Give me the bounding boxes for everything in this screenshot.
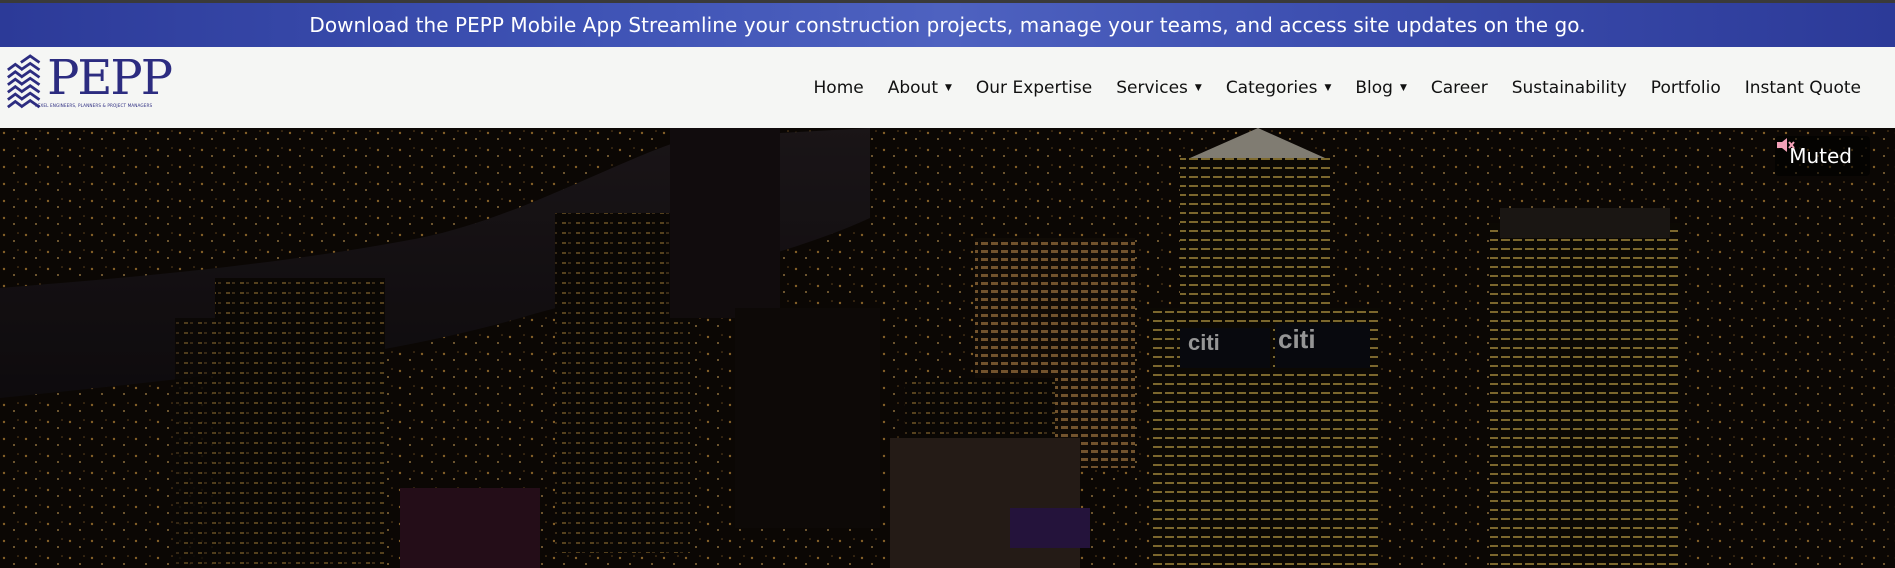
mute-toggle-button[interactable]: Muted	[1775, 136, 1870, 176]
nav-about-label: About	[887, 77, 938, 98]
nav-categories-label: Categories	[1225, 77, 1318, 98]
nav-home[interactable]: Home	[802, 78, 876, 98]
nav-career[interactable]: Career	[1419, 78, 1500, 98]
nav-instant-quote-label: Instant Quote	[1744, 77, 1861, 98]
caret-down-icon: ▼	[1194, 82, 1202, 93]
promo-text: Download the PEPP Mobile App Streamline …	[309, 13, 1586, 37]
nav-portfolio-label: Portfolio	[1650, 77, 1721, 98]
caret-down-icon: ▼	[944, 82, 952, 93]
site-logo[interactable]: PEPP PEXEL ENGINEERS, PLANNERS & PROJECT…	[6, 50, 173, 121]
mute-label: Muted	[1789, 144, 1852, 168]
city-night-skyline: citi citi	[0, 128, 1895, 568]
logo-wordmark: PEPP	[47, 50, 173, 106]
nav-services-label: Services	[1116, 77, 1188, 98]
nav-about[interactable]: About ▼	[876, 78, 964, 98]
nav-portfolio[interactable]: Portfolio	[1639, 78, 1733, 98]
promo-banner[interactable]: Download the PEPP Mobile App Streamline …	[0, 0, 1895, 47]
site-header: PEPP PEXEL ENGINEERS, PLANNERS & PROJECT…	[0, 47, 1895, 128]
nav-our-expertise[interactable]: Our Expertise	[964, 78, 1104, 98]
nav-sustainability[interactable]: Sustainability	[1500, 78, 1639, 98]
speaker-muted-icon	[1777, 138, 1795, 152]
nav-our-expertise-label: Our Expertise	[975, 77, 1093, 98]
nav-blog[interactable]: Blog ▼	[1343, 78, 1419, 98]
nav-home-label: Home	[813, 77, 864, 98]
logo-tagline: PEXEL ENGINEERS, PLANNERS & PROJECT MANA…	[35, 103, 153, 108]
caret-down-icon: ▼	[1399, 82, 1407, 93]
caret-down-icon: ▼	[1324, 82, 1332, 93]
nav-blog-label: Blog	[1355, 77, 1393, 98]
nav-instant-quote[interactable]: Instant Quote	[1733, 78, 1873, 98]
nav-career-label: Career	[1430, 77, 1488, 98]
main-nav: Home About ▼ Our Expertise Services ▼ Ca…	[802, 47, 1873, 128]
nav-services[interactable]: Services ▼	[1104, 78, 1214, 98]
hero-video[interactable]: citi citi Muted	[0, 128, 1895, 568]
nav-sustainability-label: Sustainability	[1511, 77, 1627, 98]
nav-categories[interactable]: Categories ▼	[1214, 78, 1344, 98]
